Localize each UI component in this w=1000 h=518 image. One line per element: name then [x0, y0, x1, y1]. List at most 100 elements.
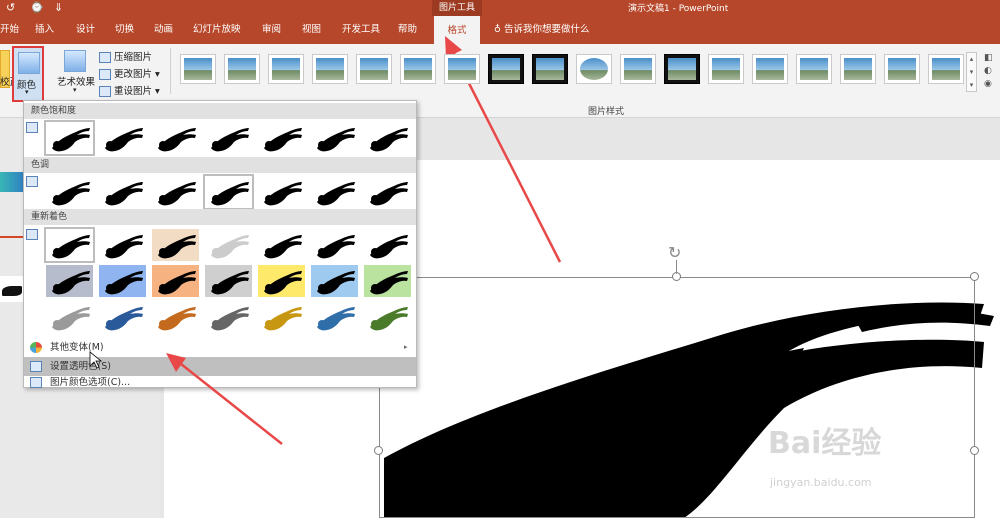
color-variant-swatch[interactable] [364, 122, 411, 154]
compress-icon [99, 52, 111, 63]
color-variant-swatch[interactable] [258, 122, 305, 154]
picture-style-thumb[interactable] [796, 54, 832, 84]
color-variant-swatch[interactable] [205, 301, 252, 333]
touch-mode-icon[interactable]: ⌚ [30, 1, 44, 14]
recolor-row [46, 300, 416, 334]
color-variant-swatch[interactable] [44, 120, 95, 156]
compress-pictures-button[interactable]: 压缩图片 [99, 49, 152, 63]
undo-icon[interactable]: ↺ [6, 1, 15, 14]
color-variant-swatch[interactable] [364, 229, 411, 261]
color-variant-swatch[interactable] [364, 176, 411, 208]
color-variant-swatch[interactable] [311, 265, 358, 297]
tab-format[interactable]: 格式 [434, 16, 480, 44]
picture-style-thumb[interactable] [928, 54, 964, 84]
picture-style-thumb[interactable] [180, 54, 216, 84]
color-variant-swatch[interactable] [46, 265, 93, 297]
color-variant-swatch[interactable] [152, 301, 199, 333]
resize-handle-top-right[interactable] [970, 272, 979, 281]
tab-view[interactable]: 视图 [302, 16, 321, 44]
color-variant-swatch[interactable] [311, 122, 358, 154]
window-title: 演示文稿1 - PowerPoint [628, 4, 729, 14]
change-picture-icon [99, 69, 111, 80]
tone-header: 色调 [24, 157, 416, 173]
tab-insert[interactable]: 插入 [35, 16, 54, 44]
resize-handle-left[interactable] [374, 446, 383, 455]
picture-style-thumb[interactable] [884, 54, 920, 84]
picture-icon [26, 229, 38, 240]
color-variant-swatch[interactable] [258, 265, 305, 297]
transparent-color-icon [30, 361, 42, 372]
picture-icon [26, 122, 38, 133]
color-variant-swatch[interactable] [364, 265, 411, 297]
reset-picture-button[interactable]: 重设图片 ▾ [99, 83, 160, 97]
tab-transitions[interactable]: 切换 [115, 16, 134, 44]
color-variant-swatch[interactable] [311, 301, 358, 333]
picture-style-thumb[interactable] [840, 54, 876, 84]
picture-border-icon[interactable]: ◧ ◐ ◉ [984, 52, 1000, 92]
picture-style-thumb[interactable] [356, 54, 392, 84]
color-variant-swatch[interactable] [258, 301, 305, 333]
color-variant-swatch[interactable] [46, 301, 93, 333]
change-picture-button[interactable]: 更改图片 ▾ [99, 66, 160, 80]
color-variant-swatch[interactable] [258, 176, 305, 208]
saturation-header: 颜色饱和度 [24, 103, 416, 119]
picture-style-thumb[interactable] [708, 54, 744, 84]
picture-style-thumb[interactable] [576, 54, 612, 84]
picture-style-thumb[interactable] [224, 54, 260, 84]
color-variant-swatch[interactable] [152, 265, 199, 297]
picture-style-thumb[interactable] [268, 54, 304, 84]
color-variant-swatch[interactable] [205, 265, 252, 297]
color-variant-swatch[interactable] [203, 174, 254, 210]
color-variant-swatch[interactable] [152, 229, 199, 261]
set-transparent-color-item[interactable]: 设置透明色(S) [24, 357, 416, 376]
artistic-effects-icon[interactable] [64, 50, 86, 72]
color-variant-swatch[interactable] [99, 265, 146, 297]
color-variant-swatch[interactable] [46, 176, 93, 208]
tab-design[interactable]: 设计 [76, 16, 95, 44]
color-variant-swatch[interactable] [99, 301, 146, 333]
picture-style-thumb[interactable] [532, 54, 568, 84]
change-picture-label: 更改图片 [114, 69, 153, 80]
color-variant-swatch[interactable] [152, 176, 199, 208]
picture-style-thumb[interactable] [488, 54, 524, 84]
picture-color-icon [18, 52, 40, 74]
color-variant-swatch[interactable] [152, 122, 199, 154]
color-variant-swatch[interactable] [99, 176, 146, 208]
color-button[interactable]: 颜色 ▾ [12, 46, 44, 102]
picture-style-thumb[interactable] [312, 54, 348, 84]
tab-developer[interactable]: 开发工具 [342, 16, 380, 44]
picture-style-thumb[interactable] [752, 54, 788, 84]
picture-style-thumb[interactable] [620, 54, 656, 84]
tab-help[interactable]: 帮助 [398, 16, 417, 44]
more-variants-item[interactable]: 其他变体(M) ▸ [24, 338, 416, 357]
tab-slideshow[interactable]: 幻灯片放映 [193, 16, 241, 44]
slide-thumbnail-1[interactable] [0, 172, 24, 192]
resize-handle-right[interactable] [970, 446, 979, 455]
color-variant-swatch[interactable] [99, 229, 146, 261]
tab-animations[interactable]: 动画 [154, 16, 173, 44]
color-variant-swatch[interactable] [311, 176, 358, 208]
picture-style-thumb[interactable] [400, 54, 436, 84]
picture-color-options-item[interactable]: 图片颜色选项(C)... [24, 376, 416, 389]
slide-thumbnail-2[interactable] [0, 276, 24, 302]
tone-row [46, 174, 416, 210]
color-variant-swatch[interactable] [44, 227, 95, 263]
tab-home[interactable]: 开始 [0, 16, 19, 44]
picture-style-thumb[interactable] [664, 54, 700, 84]
tab-review[interactable]: 审阅 [262, 16, 281, 44]
rotate-handle-icon[interactable]: ↻ [668, 243, 681, 262]
color-variant-swatch[interactable] [205, 122, 252, 154]
color-variant-swatch[interactable] [364, 301, 411, 333]
color-variant-swatch[interactable] [258, 229, 305, 261]
color-variant-swatch[interactable] [99, 122, 146, 154]
chevron-down-icon: ▾ [25, 88, 29, 96]
customize-toolbar-icon[interactable]: ⇓ [54, 1, 63, 14]
picture-selection-box[interactable] [379, 277, 975, 518]
picture-style-thumb[interactable] [444, 54, 480, 84]
watermark-url: jingyan.baidu.com [770, 476, 872, 489]
color-variant-swatch[interactable] [205, 229, 252, 261]
color-variant-swatch[interactable] [311, 229, 358, 261]
tell-me-box[interactable]: ♁ 告诉我你想要做什么 [494, 16, 590, 44]
gallery-scroll[interactable]: ▴ ▾ ▾ [966, 52, 977, 92]
rotate-connector [676, 260, 677, 274]
